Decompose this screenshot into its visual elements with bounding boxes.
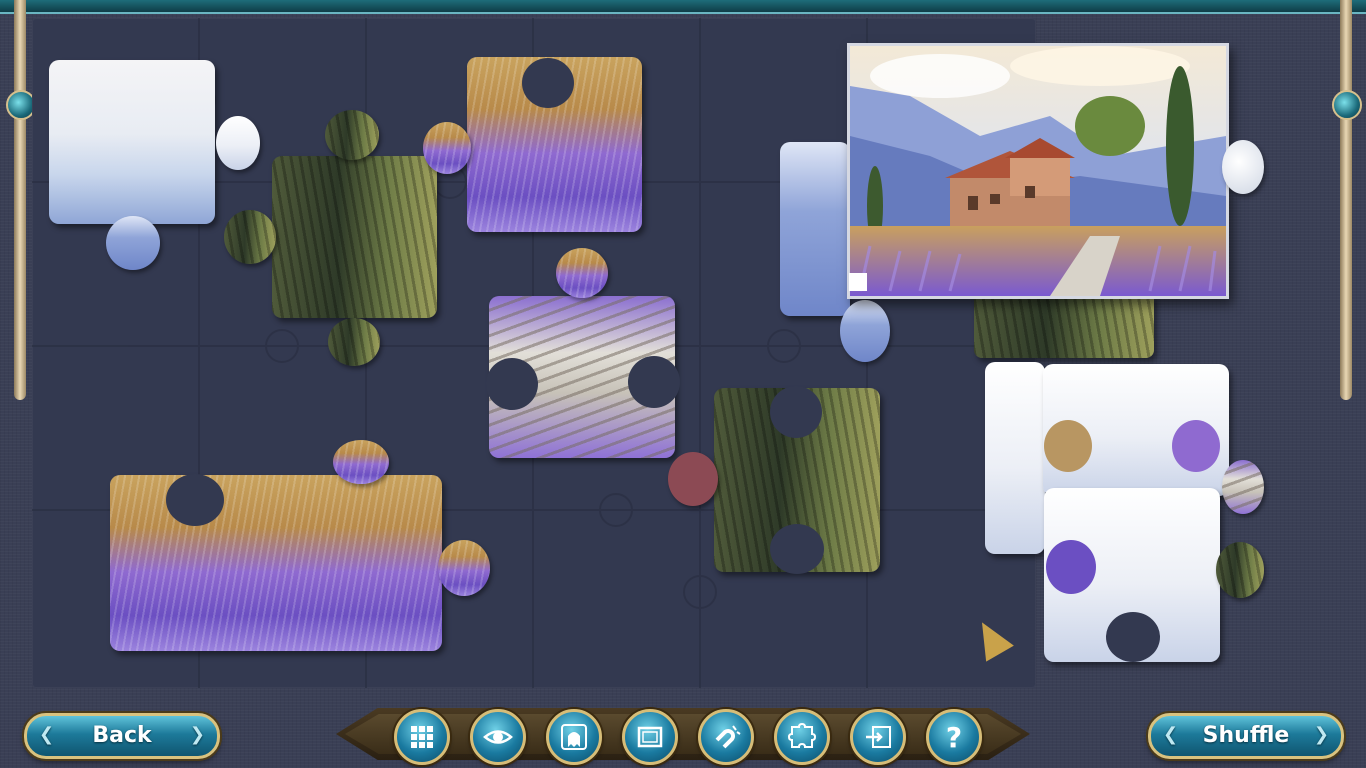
puzzle-piece[interactable] [985, 362, 1045, 554]
puzzle-piece[interactable] [110, 475, 442, 651]
left-decorative-rod [14, 0, 26, 400]
puzzle-piece-tab [1216, 542, 1264, 598]
puzzle-icon [787, 722, 817, 748]
grid-button[interactable] [394, 709, 450, 765]
puzzle-piece-slot [166, 474, 224, 526]
exit-button[interactable] [850, 709, 906, 765]
back-button-label: Back [92, 723, 152, 748]
puzzle-piece-slot [628, 356, 680, 408]
right-decorative-rod [1340, 0, 1352, 400]
shuffle-button-label: Shuffle [1202, 723, 1290, 748]
puzzle-piece-slot [1044, 420, 1092, 472]
puzzle-piece-tab [1222, 460, 1264, 514]
eye-icon [483, 730, 513, 744]
puzzle-piece-tab [438, 540, 490, 596]
right-ornament-icon: ❯ [1313, 724, 1329, 745]
puzzle-piece-tab [216, 116, 260, 170]
puzzle-piece[interactable] [272, 156, 437, 318]
puzzle-piece-slot [522, 58, 574, 108]
puzzle-piece-tab [1222, 140, 1264, 194]
edges-button[interactable] [622, 709, 678, 765]
preview-painting [850, 46, 1226, 296]
puzzle-piece-tab [333, 440, 389, 484]
screen-exit-icon [866, 726, 891, 748]
pieces-button[interactable] [774, 709, 830, 765]
left-ornament-icon: ❮ [39, 724, 55, 745]
left-ornament-icon: ❮ [1163, 724, 1179, 745]
preview-resize-handle[interactable] [849, 273, 867, 291]
puzzle-piece[interactable] [49, 60, 215, 224]
puzzle-piece-slot [1106, 612, 1160, 662]
back-button[interactable]: ❮ Back ❯ [24, 713, 220, 759]
ghost-icon [561, 724, 587, 750]
puzzle-piece-tab [423, 122, 471, 174]
puzzle-piece-tab [325, 110, 379, 160]
right-rod-ornament-icon [1332, 90, 1362, 120]
puzzle-piece-slot [1172, 420, 1220, 472]
magnet-button[interactable] [698, 709, 754, 765]
puzzle-piece-tab [556, 248, 608, 298]
magnet-icon [715, 725, 741, 749]
puzzle-piece[interactable] [780, 142, 850, 316]
frame-icon [637, 726, 663, 748]
puzzle-piece-slot [486, 358, 538, 410]
right-ornament-icon: ❯ [189, 724, 205, 745]
top-ornament-border [0, 0, 1366, 14]
puzzle-piece-slot [1046, 540, 1096, 594]
help-icon: ? [945, 720, 963, 754]
puzzle-piece[interactable] [974, 296, 1154, 358]
shuffle-button[interactable]: ❮ Shuffle ❯ [1148, 713, 1344, 759]
puzzle-piece-tab [224, 210, 276, 264]
puzzle-piece-tab [328, 318, 380, 366]
puzzle-piece-slot [770, 386, 822, 438]
puzzle-piece-tab [668, 452, 718, 506]
help-button[interactable]: ? [926, 709, 982, 765]
preview-toggle-button[interactable] [470, 709, 526, 765]
puzzle-piece-tab [106, 216, 160, 270]
puzzle-piece-slot [770, 524, 824, 574]
puzzle-piece-tab [840, 300, 890, 362]
grid-icon [411, 726, 433, 748]
preview-image[interactable] [847, 43, 1229, 299]
ghost-image-button[interactable] [546, 709, 602, 765]
